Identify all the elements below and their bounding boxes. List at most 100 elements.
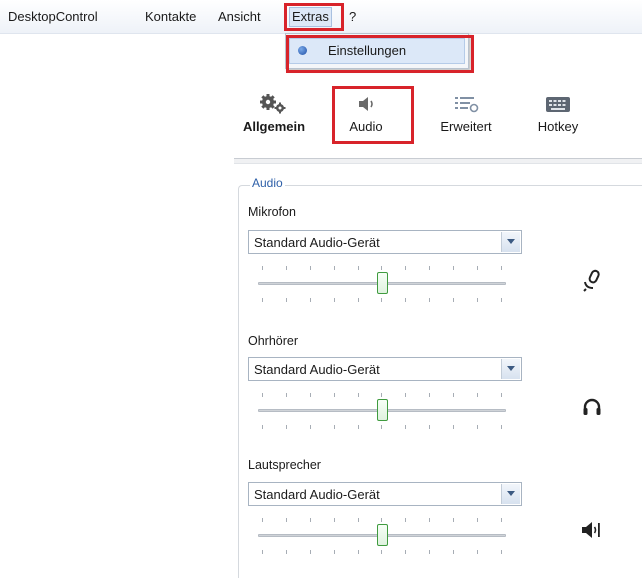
chevron-down-icon[interactable] <box>501 232 520 252</box>
slider-tick <box>285 425 287 429</box>
slider-tick <box>477 266 479 270</box>
ohrhoerer-label: Ohrhörer <box>248 334 299 348</box>
slider-tick <box>453 425 455 429</box>
slider-tick <box>333 518 335 522</box>
slider-tick <box>381 266 383 270</box>
tab-erweitert[interactable]: Erweitert <box>426 89 506 145</box>
slider-thumb[interactable] <box>377 272 388 294</box>
slider-tick <box>309 393 311 397</box>
keyboard-icon <box>546 97 570 112</box>
slider-ticks-top <box>262 266 502 270</box>
slider-tick <box>262 298 263 302</box>
select-value: Standard Audio-Gerät <box>254 487 380 502</box>
menu-kontakte[interactable]: Kontakte <box>145 8 196 26</box>
menu-desktopcontrol[interactable]: DesktopControl <box>8 8 98 26</box>
slider-tick <box>309 266 311 270</box>
slider-tick <box>405 425 407 429</box>
slider-tick <box>405 550 407 554</box>
slider-ticks-top <box>262 518 502 522</box>
slider-tick <box>309 425 311 429</box>
slider-tick <box>429 393 431 397</box>
mikrofon-volume-slider[interactable] <box>258 263 506 305</box>
menu-extras[interactable]: Extras <box>289 7 332 27</box>
tab-label: Audio <box>349 119 383 134</box>
headphones-icon <box>583 398 601 415</box>
slider-tick <box>357 550 359 554</box>
lautsprecher-device-select[interactable]: Standard Audio-Gerät <box>248 482 522 506</box>
slider-tick <box>262 518 263 522</box>
slider-tick <box>333 298 335 302</box>
chevron-down-icon[interactable] <box>501 359 520 379</box>
slider-tick <box>429 298 431 302</box>
slider-tick <box>262 393 263 397</box>
slider-tick <box>357 298 359 302</box>
extras-dropdown: Einstellungen <box>285 33 469 69</box>
slider-tick <box>381 425 383 429</box>
audio-group-title: Audio <box>250 176 285 190</box>
select-value: Standard Audio-Gerät <box>254 362 380 377</box>
slider-tick <box>285 518 287 522</box>
select-value: Standard Audio-Gerät <box>254 235 380 250</box>
slider-tick <box>477 425 479 429</box>
menu-bar: DesktopControl Kontakte Ansicht Extras ? <box>0 0 642 34</box>
ohrhoerer-device-select[interactable]: Standard Audio-Gerät <box>248 357 522 381</box>
slider-tick <box>333 425 335 429</box>
slider-tick <box>357 425 359 429</box>
slider-tick <box>381 550 383 554</box>
slider-tick <box>500 266 502 270</box>
slider-tick <box>262 550 263 554</box>
speaker-icon <box>359 97 373 111</box>
tab-audio[interactable]: Audio <box>326 89 406 145</box>
slider-thumb[interactable] <box>377 399 388 421</box>
slider-tick <box>453 266 455 270</box>
mikrofon-label: Mikrofon <box>248 205 296 219</box>
toolbar-separator <box>234 158 642 164</box>
slider-tick <box>429 266 431 270</box>
radio-bullet-icon <box>298 46 307 55</box>
menu-help[interactable]: ? <box>349 8 356 26</box>
tab-allgemein[interactable]: Allgemein <box>234 89 314 145</box>
slider-tick <box>500 393 502 397</box>
slider-tick <box>333 266 335 270</box>
slider-tick <box>309 550 311 554</box>
menu-item-label: Einstellungen <box>328 43 407 58</box>
menu-ansicht[interactable]: Ansicht <box>218 8 261 26</box>
chevron-down-icon[interactable] <box>501 484 520 504</box>
tab-hotkey[interactable]: Hotkey <box>518 89 598 145</box>
slider-tick <box>333 393 335 397</box>
lautsprecher-label: Lautsprecher <box>248 458 321 472</box>
tab-label: Allgemein <box>242 119 306 134</box>
slider-tick <box>477 518 479 522</box>
slider-ticks-top <box>262 393 502 397</box>
slider-tick <box>477 550 479 554</box>
slider-tick <box>357 266 359 270</box>
slider-ticks-bottom <box>262 550 502 554</box>
mikrofon-device-select[interactable]: Standard Audio-Gerät <box>248 230 522 254</box>
slider-tick <box>477 393 479 397</box>
slider-tick <box>309 298 311 302</box>
slider-tick <box>429 518 431 522</box>
slider-tick <box>453 518 455 522</box>
slider-tick <box>405 266 407 270</box>
ohrhoerer-volume-slider[interactable] <box>258 390 506 432</box>
slider-tick <box>429 425 431 429</box>
slider-tick <box>429 550 431 554</box>
slider-tick <box>285 393 287 397</box>
slider-tick <box>381 393 383 397</box>
slider-tick <box>357 518 359 522</box>
slider-tick <box>333 550 335 554</box>
settings-panel: Allgemein Audio Erweitert Hotkey Audio M… <box>230 75 642 578</box>
slider-tick <box>500 298 502 302</box>
slider-thumb[interactable] <box>377 524 388 546</box>
lautsprecher-volume-slider[interactable] <box>258 515 506 557</box>
slider-tick <box>405 298 407 302</box>
slider-tick <box>453 393 455 397</box>
list-settings-icon <box>455 97 479 113</box>
microphone-icon <box>583 269 600 292</box>
slider-tick <box>453 550 455 554</box>
slider-tick <box>500 550 502 554</box>
menu-item-einstellungen[interactable]: Einstellungen <box>289 38 465 64</box>
speaker-icon <box>582 522 600 538</box>
slider-tick <box>405 393 407 397</box>
slider-tick <box>309 518 311 522</box>
